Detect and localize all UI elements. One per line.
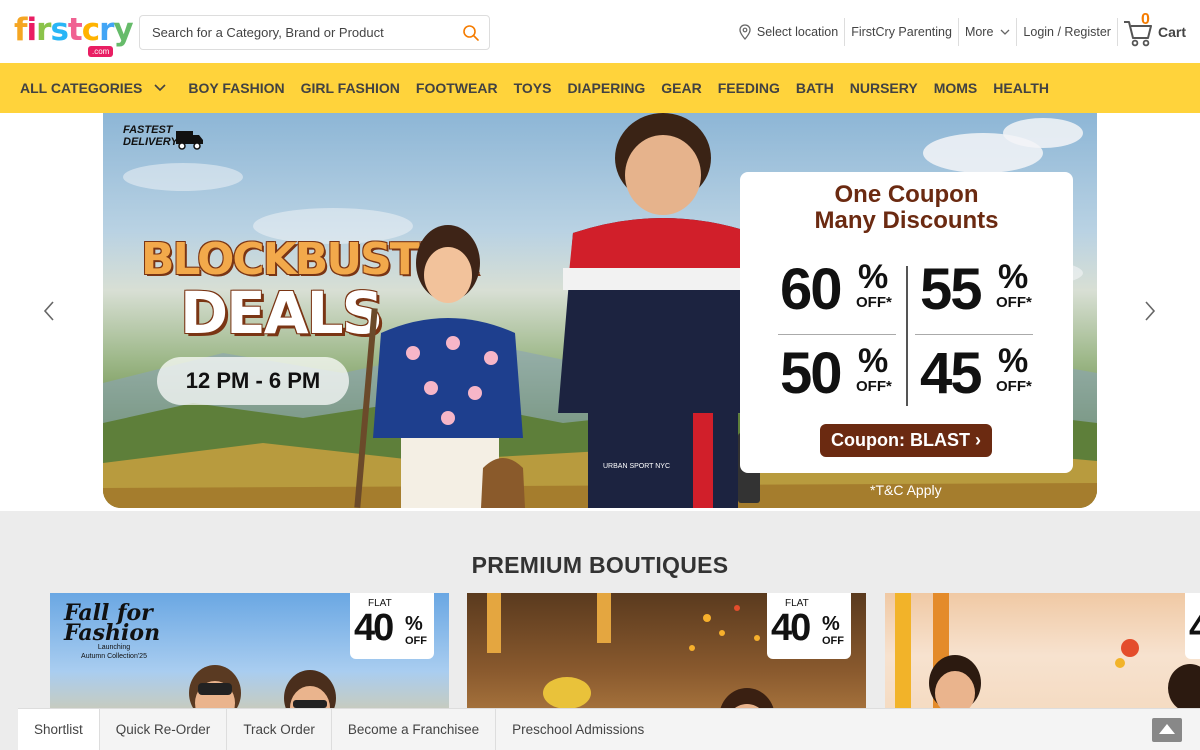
- flat-discount-badge: FLAT 40 % OFF: [350, 593, 434, 659]
- discount-percent: %: [998, 342, 1029, 380]
- preschool-admissions-link[interactable]: Preschool Admissions: [496, 709, 660, 750]
- login-label: Login / Register: [1023, 25, 1111, 39]
- all-categories-label: ALL CATEGORIES: [20, 80, 143, 96]
- deals-title: DEALS: [180, 279, 383, 347]
- discount-55: 55 % OFF*: [920, 258, 1080, 322]
- deal-time-pill: 12 PM - 6 PM: [157, 357, 349, 405]
- discount-value: 55: [920, 257, 982, 322]
- delivery-truck-icon: [176, 131, 203, 150]
- scroll-to-top-button[interactable]: [1152, 718, 1182, 742]
- location-pin-icon: [739, 24, 751, 40]
- search-icon[interactable]: [462, 24, 480, 42]
- discount-off: OFF*: [996, 294, 1032, 311]
- become-franchisee-link[interactable]: Become a Franchisee: [332, 708, 497, 750]
- discount-off: OFF*: [856, 294, 892, 311]
- nav-item-moms[interactable]: MOMS: [934, 80, 978, 96]
- discount-value: 50: [780, 341, 842, 406]
- flat-discount-badge: 4: [1185, 593, 1200, 659]
- flat-value: 40: [771, 607, 811, 649]
- coupon-title-line2: Many Discounts: [814, 207, 999, 234]
- nav-item-gear[interactable]: GEAR: [661, 80, 701, 96]
- category-nav: ALL CATEGORIES BOY FASHION GIRL FASHION …: [0, 63, 1200, 113]
- flat-percent: %: [822, 613, 840, 635]
- nav-item-toys[interactable]: TOYS: [514, 80, 552, 96]
- hero-banner[interactable]: FASTEST DELIVERY BLOCKBUSTER DEALS 12 PM…: [103, 113, 1097, 508]
- girl-illustration: [354, 225, 525, 508]
- discount-45: 45 % OFF*: [920, 342, 1080, 406]
- track-order-link[interactable]: Track Order: [227, 708, 332, 750]
- nav-item-boy-fashion[interactable]: BOY FASHION: [188, 80, 284, 96]
- quick-reorder-link[interactable]: Quick Re-Order: [100, 708, 228, 750]
- flat-percent: %: [405, 613, 423, 635]
- discount-value: 45: [920, 341, 982, 406]
- fall-logo-line2: Fashion: [64, 620, 161, 646]
- parenting-label: FirstCry Parenting: [851, 25, 952, 39]
- bottom-quick-links-bar: Shortlist Quick Re-Order Track Order Bec…: [18, 708, 1200, 750]
- coupon-title-line1: One Coupon: [834, 181, 979, 208]
- discount-divider-horizontal: [915, 334, 1033, 335]
- chevron-down-icon: [154, 84, 166, 92]
- header-links: Select location FirstCry Parenting More …: [733, 11, 1200, 47]
- fall-for-fashion-logo: Fall for Fashion Launching Autumn Collec…: [64, 602, 164, 669]
- select-location-label: Select location: [756, 25, 839, 39]
- chevron-down-icon: [1000, 29, 1010, 35]
- nav-item-diapering[interactable]: DIAPERING: [567, 80, 645, 96]
- discount-off: OFF*: [856, 378, 892, 395]
- search-bar: [139, 15, 490, 50]
- flat-discount-badge: FLAT 40 % OFF: [767, 593, 851, 659]
- all-categories-menu[interactable]: ALL CATEGORIES: [20, 80, 166, 96]
- terms-note: *T&C Apply: [870, 482, 942, 498]
- discount-percent: %: [858, 258, 889, 296]
- logo-wordmark: firstcry: [14, 12, 134, 48]
- nav-item-nursery[interactable]: NURSERY: [850, 80, 918, 96]
- flat-off: OFF: [822, 635, 844, 647]
- nav-item-bath[interactable]: BATH: [796, 80, 834, 96]
- nav-item-feeding[interactable]: FEEDING: [718, 80, 780, 96]
- discount-off: OFF*: [996, 378, 1032, 395]
- search-input[interactable]: [140, 16, 450, 49]
- cart-button[interactable]: 0 Cart: [1122, 11, 1186, 47]
- discount-value: 60: [780, 257, 842, 322]
- login-register-link[interactable]: Login / Register: [1017, 18, 1118, 46]
- parenting-link[interactable]: FirstCry Parenting: [845, 18, 959, 46]
- site-header: firstcry .com Select location FirstCry P…: [0, 0, 1200, 63]
- discount-percent: %: [858, 342, 889, 380]
- carousel-prev-arrow-icon[interactable]: [37, 299, 61, 323]
- cloud-shape: [123, 163, 243, 191]
- fastest-delivery-badge: FASTEST DELIVERY: [115, 123, 207, 155]
- hero-carousel: FASTEST DELIVERY BLOCKBUSTER DEALS 12 PM…: [0, 113, 1200, 511]
- logo-domain: .com: [88, 46, 114, 57]
- cloud-shape: [1003, 118, 1083, 148]
- flat-off: OFF: [405, 635, 427, 647]
- firstcry-logo[interactable]: firstcry .com: [14, 12, 134, 58]
- carousel-next-arrow-icon[interactable]: [1138, 299, 1162, 323]
- flat-value: 4: [1189, 607, 1200, 649]
- discount-60: 60 % OFF*: [780, 258, 940, 322]
- coupon-card[interactable]: One Coupon Many Discounts 60 % OFF* 55 %…: [740, 172, 1073, 473]
- discount-divider-horizontal: [778, 334, 896, 335]
- select-location-link[interactable]: Select location: [733, 18, 846, 46]
- nav-item-girl-fashion[interactable]: GIRL FASHION: [301, 80, 400, 96]
- discount-50: 50 % OFF*: [780, 342, 940, 406]
- coupon-code-button[interactable]: Coupon: BLAST ›: [820, 424, 992, 457]
- coupon-card-title: One Coupon Many Discounts: [740, 182, 1073, 234]
- flat-value: 40: [354, 607, 394, 649]
- nav-item-health[interactable]: HEALTH: [993, 80, 1049, 96]
- more-menu[interactable]: More: [959, 18, 1018, 46]
- fall-logo-sub2: Autumn Collection'25: [81, 653, 147, 660]
- arrow-up-icon: [1159, 724, 1175, 734]
- nav-item-footwear[interactable]: FOOTWEAR: [416, 80, 498, 96]
- cart-label: Cart: [1157, 24, 1186, 40]
- premium-boutiques-heading: PREMIUM BOUTIQUES: [471, 552, 729, 578]
- shirt-print-text: URBAN SPORT NYC: [603, 463, 670, 470]
- discount-percent: %: [998, 258, 1029, 296]
- shortlist-link[interactable]: Shortlist: [18, 708, 100, 750]
- cart-count-badge: 0: [1140, 11, 1150, 28]
- more-label: More: [964, 25, 994, 39]
